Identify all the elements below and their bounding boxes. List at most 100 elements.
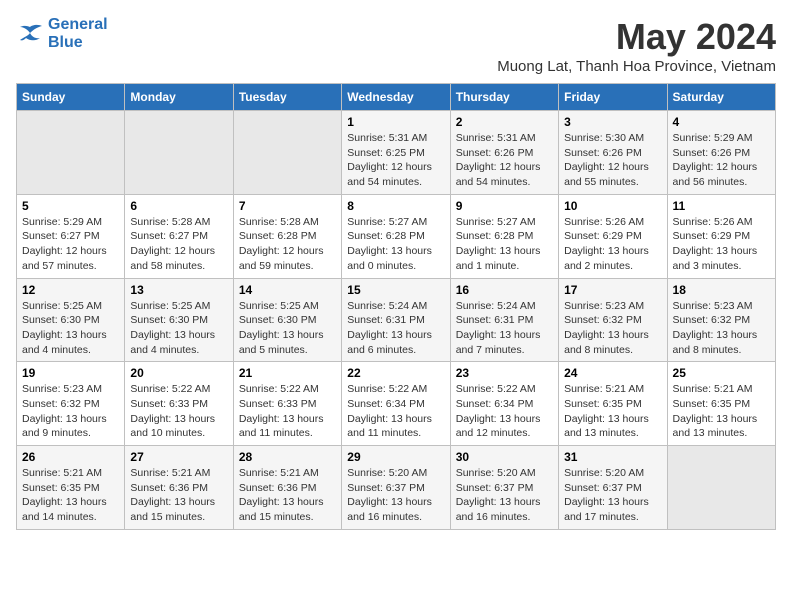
day-number: 24 — [564, 366, 661, 380]
calendar-cell — [125, 111, 233, 195]
day-number: 30 — [456, 450, 553, 464]
calendar-week-3: 19 Sunrise: 5:23 AM Sunset: 6:32 PM Dayli… — [17, 362, 776, 446]
day-number: 19 — [22, 366, 119, 380]
day-number: 15 — [347, 283, 444, 297]
day-info: Sunrise: 5:21 AM Sunset: 6:36 PM Dayligh… — [239, 466, 336, 525]
calendar-cell — [667, 446, 775, 530]
day-number: 5 — [22, 199, 119, 213]
calendar-header: SundayMondayTuesdayWednesdayThursdayFrid… — [17, 84, 776, 111]
weekday-sunday: Sunday — [17, 84, 125, 111]
calendar-week-1: 5 Sunrise: 5:29 AM Sunset: 6:27 PM Daylig… — [17, 194, 776, 278]
calendar-cell: 26 Sunrise: 5:21 AM Sunset: 6:35 PM Dayli… — [17, 446, 125, 530]
day-number: 18 — [673, 283, 770, 297]
day-number: 2 — [456, 115, 553, 129]
day-number: 12 — [22, 283, 119, 297]
day-number: 23 — [456, 366, 553, 380]
day-number: 26 — [22, 450, 119, 464]
day-info: Sunrise: 5:27 AM Sunset: 6:28 PM Dayligh… — [456, 215, 553, 274]
day-info: Sunrise: 5:27 AM Sunset: 6:28 PM Dayligh… — [347, 215, 444, 274]
day-info: Sunrise: 5:24 AM Sunset: 6:31 PM Dayligh… — [456, 299, 553, 358]
weekday-thursday: Thursday — [450, 84, 558, 111]
calendar-body: 1 Sunrise: 5:31 AM Sunset: 6:25 PM Daylig… — [17, 111, 776, 530]
day-info: Sunrise: 5:22 AM Sunset: 6:33 PM Dayligh… — [130, 382, 227, 441]
calendar-cell: 28 Sunrise: 5:21 AM Sunset: 6:36 PM Dayli… — [233, 446, 341, 530]
calendar-cell: 19 Sunrise: 5:23 AM Sunset: 6:32 PM Dayli… — [17, 362, 125, 446]
calendar-week-0: 1 Sunrise: 5:31 AM Sunset: 6:25 PM Daylig… — [17, 111, 776, 195]
day-number: 10 — [564, 199, 661, 213]
calendar-week-4: 26 Sunrise: 5:21 AM Sunset: 6:35 PM Dayli… — [17, 446, 776, 530]
day-info: Sunrise: 5:28 AM Sunset: 6:27 PM Dayligh… — [130, 215, 227, 274]
day-number: 31 — [564, 450, 661, 464]
calendar-cell: 11Sunrise: 5:26 AM Sunset: 6:29 PM Dayli… — [667, 194, 775, 278]
calendar-cell: 2 Sunrise: 5:31 AM Sunset: 6:26 PM Daylig… — [450, 111, 558, 195]
day-info: Sunrise: 5:21 AM Sunset: 6:35 PM Dayligh… — [673, 382, 770, 441]
day-info: Sunrise: 5:26 AM Sunset: 6:29 PM Dayligh… — [673, 215, 770, 274]
calendar-cell: 14 Sunrise: 5:25 AM Sunset: 6:30 PM Dayli… — [233, 278, 341, 362]
day-number: 9 — [456, 199, 553, 213]
calendar-cell: 6 Sunrise: 5:28 AM Sunset: 6:27 PM Daylig… — [125, 194, 233, 278]
calendar-cell: 24 Sunrise: 5:21 AM Sunset: 6:35 PM Dayli… — [559, 362, 667, 446]
day-info: Sunrise: 5:31 AM Sunset: 6:25 PM Dayligh… — [347, 131, 444, 190]
day-number: 4 — [673, 115, 770, 129]
page-header: General Blue May 2024 Muong Lat, Thanh H… — [16, 16, 776, 75]
calendar-cell: 4 Sunrise: 5:29 AM Sunset: 6:26 PM Daylig… — [667, 111, 775, 195]
calendar-cell: 22Sunrise: 5:22 AM Sunset: 6:34 PM Dayli… — [342, 362, 450, 446]
day-number: 3 — [564, 115, 661, 129]
title-block: May 2024 Muong Lat, Thanh Hoa Province, … — [497, 16, 776, 75]
day-number: 6 — [130, 199, 227, 213]
day-info: Sunrise: 5:24 AM Sunset: 6:31 PM Dayligh… — [347, 299, 444, 358]
day-info: Sunrise: 5:25 AM Sunset: 6:30 PM Dayligh… — [130, 299, 227, 358]
weekday-monday: Monday — [125, 84, 233, 111]
weekday-tuesday: Tuesday — [233, 84, 341, 111]
day-number: 14 — [239, 283, 336, 297]
day-info: Sunrise: 5:23 AM Sunset: 6:32 PM Dayligh… — [22, 382, 119, 441]
day-info: Sunrise: 5:20 AM Sunset: 6:37 PM Dayligh… — [564, 466, 661, 525]
day-number: 8 — [347, 199, 444, 213]
day-info: Sunrise: 5:31 AM Sunset: 6:26 PM Dayligh… — [456, 131, 553, 190]
day-info: Sunrise: 5:23 AM Sunset: 6:32 PM Dayligh… — [673, 299, 770, 358]
calendar-cell: 9 Sunrise: 5:27 AM Sunset: 6:28 PM Daylig… — [450, 194, 558, 278]
day-number: 17 — [564, 283, 661, 297]
weekday-saturday: Saturday — [667, 84, 775, 111]
calendar-cell: 13 Sunrise: 5:25 AM Sunset: 6:30 PM Dayli… — [125, 278, 233, 362]
location-subtitle: Muong Lat, Thanh Hoa Province, Vietnam — [497, 58, 776, 75]
calendar-cell: 12 Sunrise: 5:25 AM Sunset: 6:30 PM Dayli… — [17, 278, 125, 362]
day-info: Sunrise: 5:25 AM Sunset: 6:30 PM Dayligh… — [239, 299, 336, 358]
day-info: Sunrise: 5:29 AM Sunset: 6:26 PM Dayligh… — [673, 131, 770, 190]
logo-text: General Blue — [48, 16, 108, 52]
calendar-cell: 30 Sunrise: 5:20 AM Sunset: 6:37 PM Dayli… — [450, 446, 558, 530]
day-number: 25 — [673, 366, 770, 380]
calendar-cell: 23 Sunrise: 5:22 AM Sunset: 6:34 PM Dayli… — [450, 362, 558, 446]
calendar-cell: 21 Sunrise: 5:22 AM Sunset: 6:33 PM Dayli… — [233, 362, 341, 446]
day-number: 1 — [347, 115, 444, 129]
calendar-cell: 5 Sunrise: 5:29 AM Sunset: 6:27 PM Daylig… — [17, 194, 125, 278]
day-number: 13 — [130, 283, 227, 297]
weekday-header-row: SundayMondayTuesdayWednesdayThursdayFrid… — [17, 84, 776, 111]
day-info: Sunrise: 5:20 AM Sunset: 6:37 PM Dayligh… — [456, 466, 553, 525]
day-number: 16 — [456, 283, 553, 297]
calendar-cell: 8 Sunrise: 5:27 AM Sunset: 6:28 PM Daylig… — [342, 194, 450, 278]
day-number: 29 — [347, 450, 444, 464]
calendar-cell: 18 Sunrise: 5:23 AM Sunset: 6:32 PM Dayli… — [667, 278, 775, 362]
day-info: Sunrise: 5:21 AM Sunset: 6:35 PM Dayligh… — [564, 382, 661, 441]
calendar-cell: 16 Sunrise: 5:24 AM Sunset: 6:31 PM Dayli… — [450, 278, 558, 362]
logo: General Blue — [16, 16, 108, 52]
day-info: Sunrise: 5:26 AM Sunset: 6:29 PM Dayligh… — [564, 215, 661, 274]
calendar-cell: 20Sunrise: 5:22 AM Sunset: 6:33 PM Dayli… — [125, 362, 233, 446]
day-info: Sunrise: 5:29 AM Sunset: 6:27 PM Dayligh… — [22, 215, 119, 274]
day-info: Sunrise: 5:22 AM Sunset: 6:34 PM Dayligh… — [456, 382, 553, 441]
calendar-week-2: 12 Sunrise: 5:25 AM Sunset: 6:30 PM Dayli… — [17, 278, 776, 362]
day-number: 21 — [239, 366, 336, 380]
month-title: May 2024 — [497, 16, 776, 58]
calendar-cell: 10 Sunrise: 5:26 AM Sunset: 6:29 PM Dayli… — [559, 194, 667, 278]
day-info: Sunrise: 5:23 AM Sunset: 6:32 PM Dayligh… — [564, 299, 661, 358]
day-info: Sunrise: 5:25 AM Sunset: 6:30 PM Dayligh… — [22, 299, 119, 358]
calendar-table: SundayMondayTuesdayWednesdayThursdayFrid… — [16, 83, 776, 530]
day-info: Sunrise: 5:22 AM Sunset: 6:33 PM Dayligh… — [239, 382, 336, 441]
logo-icon — [16, 23, 44, 45]
calendar-cell: 1 Sunrise: 5:31 AM Sunset: 6:25 PM Daylig… — [342, 111, 450, 195]
day-info: Sunrise: 5:21 AM Sunset: 6:35 PM Dayligh… — [22, 466, 119, 525]
calendar-cell: 17 Sunrise: 5:23 AM Sunset: 6:32 PM Dayli… — [559, 278, 667, 362]
calendar-cell: 29Sunrise: 5:20 AM Sunset: 6:37 PM Dayli… — [342, 446, 450, 530]
day-number: 28 — [239, 450, 336, 464]
